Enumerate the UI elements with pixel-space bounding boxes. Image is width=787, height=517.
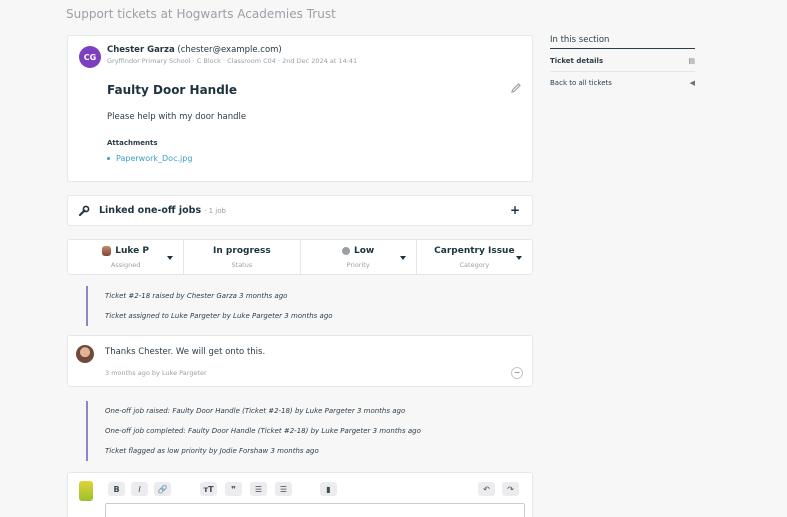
assigned-value: Luke P [115,246,149,256]
ticket-card: CG Chester Garza (chester@example.com) G… [67,35,533,182]
assignee-avatar [102,246,112,256]
attachment-item[interactable]: Paperwork_Doc.jpg [107,154,192,163]
document-icon: ▤ [688,57,695,65]
back-arrow-icon: ◀ [689,79,695,87]
ticket-meta: Gryffindor Primary School · C Block · Cl… [107,57,358,65]
ticket-title: Faulty Door Handle [107,83,238,97]
chevron-down-icon [399,256,406,260]
section-nav-title: In this section [550,35,610,45]
assigned-label: Assigned [110,261,141,269]
attachment-icon[interactable]: ▮ [320,482,337,496]
undo-icon[interactable]: ↶ [478,482,495,496]
attachment-link[interactable]: Paperwork_Doc.jpg [116,154,192,163]
priority-label: Priority [346,261,370,269]
priority-dropdown[interactable]: Low Priority [301,240,417,274]
reply-editor: B I 🔗 тT ❞ ☰ ☰ ▮ ↶ ↷ [67,472,533,517]
activity-entry: One-off job completed: Faulty Door Handl… [105,427,421,435]
nav-back-to-all-tickets[interactable]: Back to all tickets ◀ [550,79,695,87]
bold-button[interactable]: B [108,482,125,496]
priority-value: Low [354,246,375,256]
activity-entry: Ticket #2-18 raised by Chester Garza 3 m… [105,292,288,300]
activity-entry: Ticket assigned to Luke Pargeter by Luke… [105,312,333,320]
linked-jobs-title: Linked one-off jobs [99,205,202,216]
wrench-icon [79,205,90,216]
quote-icon[interactable]: ❞ [225,482,242,496]
italic-button[interactable]: I [131,482,148,496]
author-name[interactable]: Chester Garza [107,45,175,55]
category-dropdown[interactable]: Carpentry Issue Category [417,240,532,274]
collapse-button[interactable]: − [511,367,523,379]
chevron-down-icon [516,256,522,260]
divider [550,48,695,49]
divider [550,71,695,72]
ticket-status-bar: Luke P Assigned In progress Status Low P… [67,239,533,275]
pencil-icon[interactable] [510,82,522,94]
avatar [79,481,93,501]
comment-meta: 3 months ago by Luke Pargeter [105,369,207,377]
nav-label: Back to all tickets [550,79,612,87]
chevron-down-icon [167,256,174,260]
ticket-body: Please help with my door handle [107,112,247,122]
author-avatar: CG [79,46,101,68]
author-line: Chester Garza (chester@example.com) [107,45,282,55]
bullet-list-icon[interactable]: ☰ [250,482,267,496]
comment-text: Thanks Chester. We will get onto this. [105,347,266,357]
avatar [76,345,94,363]
page-subtitle: Support tickets at Hogwarts Academies Tr… [66,7,336,21]
nav-ticket-details[interactable]: Ticket details ▤ [550,57,695,65]
linked-jobs-panel[interactable]: Linked one-off jobs · 1 job + [67,195,533,226]
attachments-heading: Attachments [107,139,158,147]
numbered-list-icon[interactable]: ☰ [275,482,292,496]
heading-icon[interactable]: тT [200,482,217,496]
linked-jobs-label: Linked one-off jobs · 1 job [99,205,226,216]
status-value: In progress [213,246,271,256]
nav-label: Ticket details [550,57,604,65]
status-label: Status [231,261,253,269]
priority-dot-icon [342,247,350,255]
activity-log: Ticket #2-18 raised by Chester Garza 3 m… [86,286,333,326]
comment-card: Thanks Chester. We will get onto this. 3… [67,335,533,387]
redo-icon[interactable]: ↷ [502,482,519,496]
status-field[interactable]: In progress Status [184,240,301,274]
linked-jobs-count: · 1 job [204,207,226,215]
link-icon[interactable]: 🔗 [154,482,171,496]
category-label: Category [459,261,490,269]
activity-entry: Ticket flagged as low priority by Jodie … [105,447,319,455]
reply-input[interactable] [105,503,525,517]
activity-log: One-off job raised: Faulty Door Handle (… [86,401,421,461]
author-email: (chester@example.com) [177,45,282,55]
category-value: Carpentry Issue [434,246,515,256]
assigned-dropdown[interactable]: Luke P Assigned [68,240,185,274]
bullet-dot [107,157,110,160]
activity-entry: One-off job raised: Faulty Door Handle (… [105,407,406,415]
add-linked-job-button[interactable]: + [510,203,520,217]
